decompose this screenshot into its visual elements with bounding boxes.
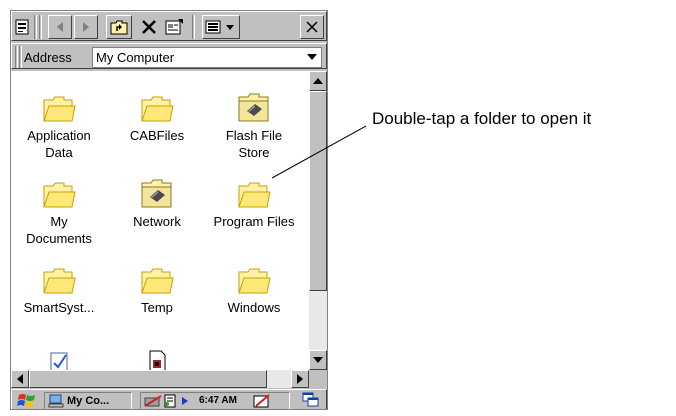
switch-windows-icon [302, 392, 319, 407]
delete-button[interactable] [138, 15, 160, 39]
folder-icon [238, 182, 271, 208]
my-computer-icon [48, 394, 64, 408]
folder-icon [238, 268, 271, 294]
folder-icon [141, 96, 174, 122]
network-folder-icon [141, 179, 172, 208]
windows-flag-icon [17, 394, 35, 407]
item-label: Program Files [213, 214, 295, 229]
view-menu-button[interactable] [202, 15, 240, 39]
item-label: My Documents [26, 214, 92, 246]
folder-item-cabfiles[interactable]: CABFiles [109, 95, 205, 144]
toolbar [11, 11, 327, 41]
item-label: CABFiles [129, 128, 185, 143]
address-dropdown-icon[interactable] [307, 53, 317, 61]
arrow-down-icon [313, 357, 323, 363]
folder-item-my-documents[interactable]: My Documents [11, 181, 107, 247]
scroll-up-button[interactable] [309, 71, 327, 91]
address-grip [19, 46, 22, 68]
arrow-left-icon [17, 374, 23, 384]
device-screen: Address My Computer Application Data CAB… [10, 10, 328, 410]
taskbar-window-label: My Co... [67, 395, 110, 407]
folder-item-program-files[interactable]: Program Files [206, 181, 302, 230]
properties-button[interactable] [162, 15, 186, 39]
horizontal-scrollbar[interactable] [11, 370, 309, 388]
scroll-right-button[interactable] [291, 370, 309, 388]
scroll-down-button[interactable] [309, 350, 327, 370]
storage-card-folder-icon [238, 93, 269, 122]
address-grip [15, 46, 18, 68]
item-label: SmartSyst... [23, 300, 95, 315]
forward-arrow-icon [83, 22, 89, 32]
address-bar: Address My Computer [11, 43, 327, 69]
vertical-scrollbar[interactable] [309, 71, 327, 370]
item-label: Windows [227, 300, 281, 315]
scroll-left-button[interactable] [11, 370, 29, 388]
folder-item-network[interactable]: Network [109, 179, 205, 230]
view-list-icon [205, 20, 234, 34]
program-file-icon [149, 350, 166, 370]
show-desktop-button[interactable] [302, 392, 320, 409]
delete-x-icon [142, 20, 156, 34]
folder-item-windows[interactable]: Windows [206, 267, 302, 316]
arrow-up-icon [313, 78, 323, 84]
horizontal-scroll-thumb[interactable] [29, 370, 267, 388]
system-tray: 6:47 AM [140, 392, 290, 409]
callout-leader-line [271, 125, 367, 179]
folder-icon [43, 182, 76, 208]
item-label: Application Data [27, 128, 91, 160]
sync-status-icon[interactable] [163, 394, 179, 408]
program-file-item[interactable] [109, 349, 205, 370]
back-arrow-icon [57, 22, 63, 32]
toolbar-grip [39, 15, 42, 39]
arrow-right-icon [297, 374, 303, 384]
item-label: Temp [141, 300, 173, 315]
toolbar-grip [34, 15, 37, 39]
up-folder-button[interactable] [106, 15, 132, 39]
network-status-icon[interactable] [143, 394, 163, 408]
taskbar-window-button[interactable]: My Co... [44, 392, 132, 409]
item-label: Network [133, 214, 181, 229]
clock[interactable]: 6:47 AM [199, 395, 237, 406]
properties-icon [165, 19, 183, 35]
callout-text: Double-tap a folder to open it [372, 109, 592, 128]
shortcut-document-icon [50, 352, 68, 370]
folder-item-temp[interactable]: Temp [109, 267, 205, 316]
address-input[interactable]: My Computer [92, 47, 322, 68]
file-list-view[interactable]: Application Data CABFiles Flash File Sto… [11, 71, 309, 370]
window-menu-icon[interactable] [15, 15, 29, 39]
back-button[interactable] [48, 15, 72, 39]
folder-icon [43, 268, 76, 294]
toolbar-divider [192, 15, 195, 39]
taskbar: My Co... 6:47 AM [11, 389, 327, 409]
folder-item-application-data[interactable]: Application Data [11, 95, 107, 161]
close-button[interactable] [300, 15, 324, 39]
start-button[interactable] [16, 392, 38, 409]
address-value[interactable]: My Computer [96, 50, 174, 65]
folder-icon [43, 96, 76, 122]
forward-button[interactable] [74, 15, 98, 39]
address-label: Address [24, 50, 72, 65]
tray-expand-icon[interactable] [181, 396, 189, 406]
folder-item-smartsystems[interactable]: SmartSyst... [11, 267, 107, 316]
input-panel-icon[interactable] [253, 393, 271, 409]
up-folder-icon [110, 20, 128, 35]
shortcut-item[interactable] [11, 349, 107, 370]
close-icon [306, 21, 318, 33]
folder-icon [141, 268, 174, 294]
